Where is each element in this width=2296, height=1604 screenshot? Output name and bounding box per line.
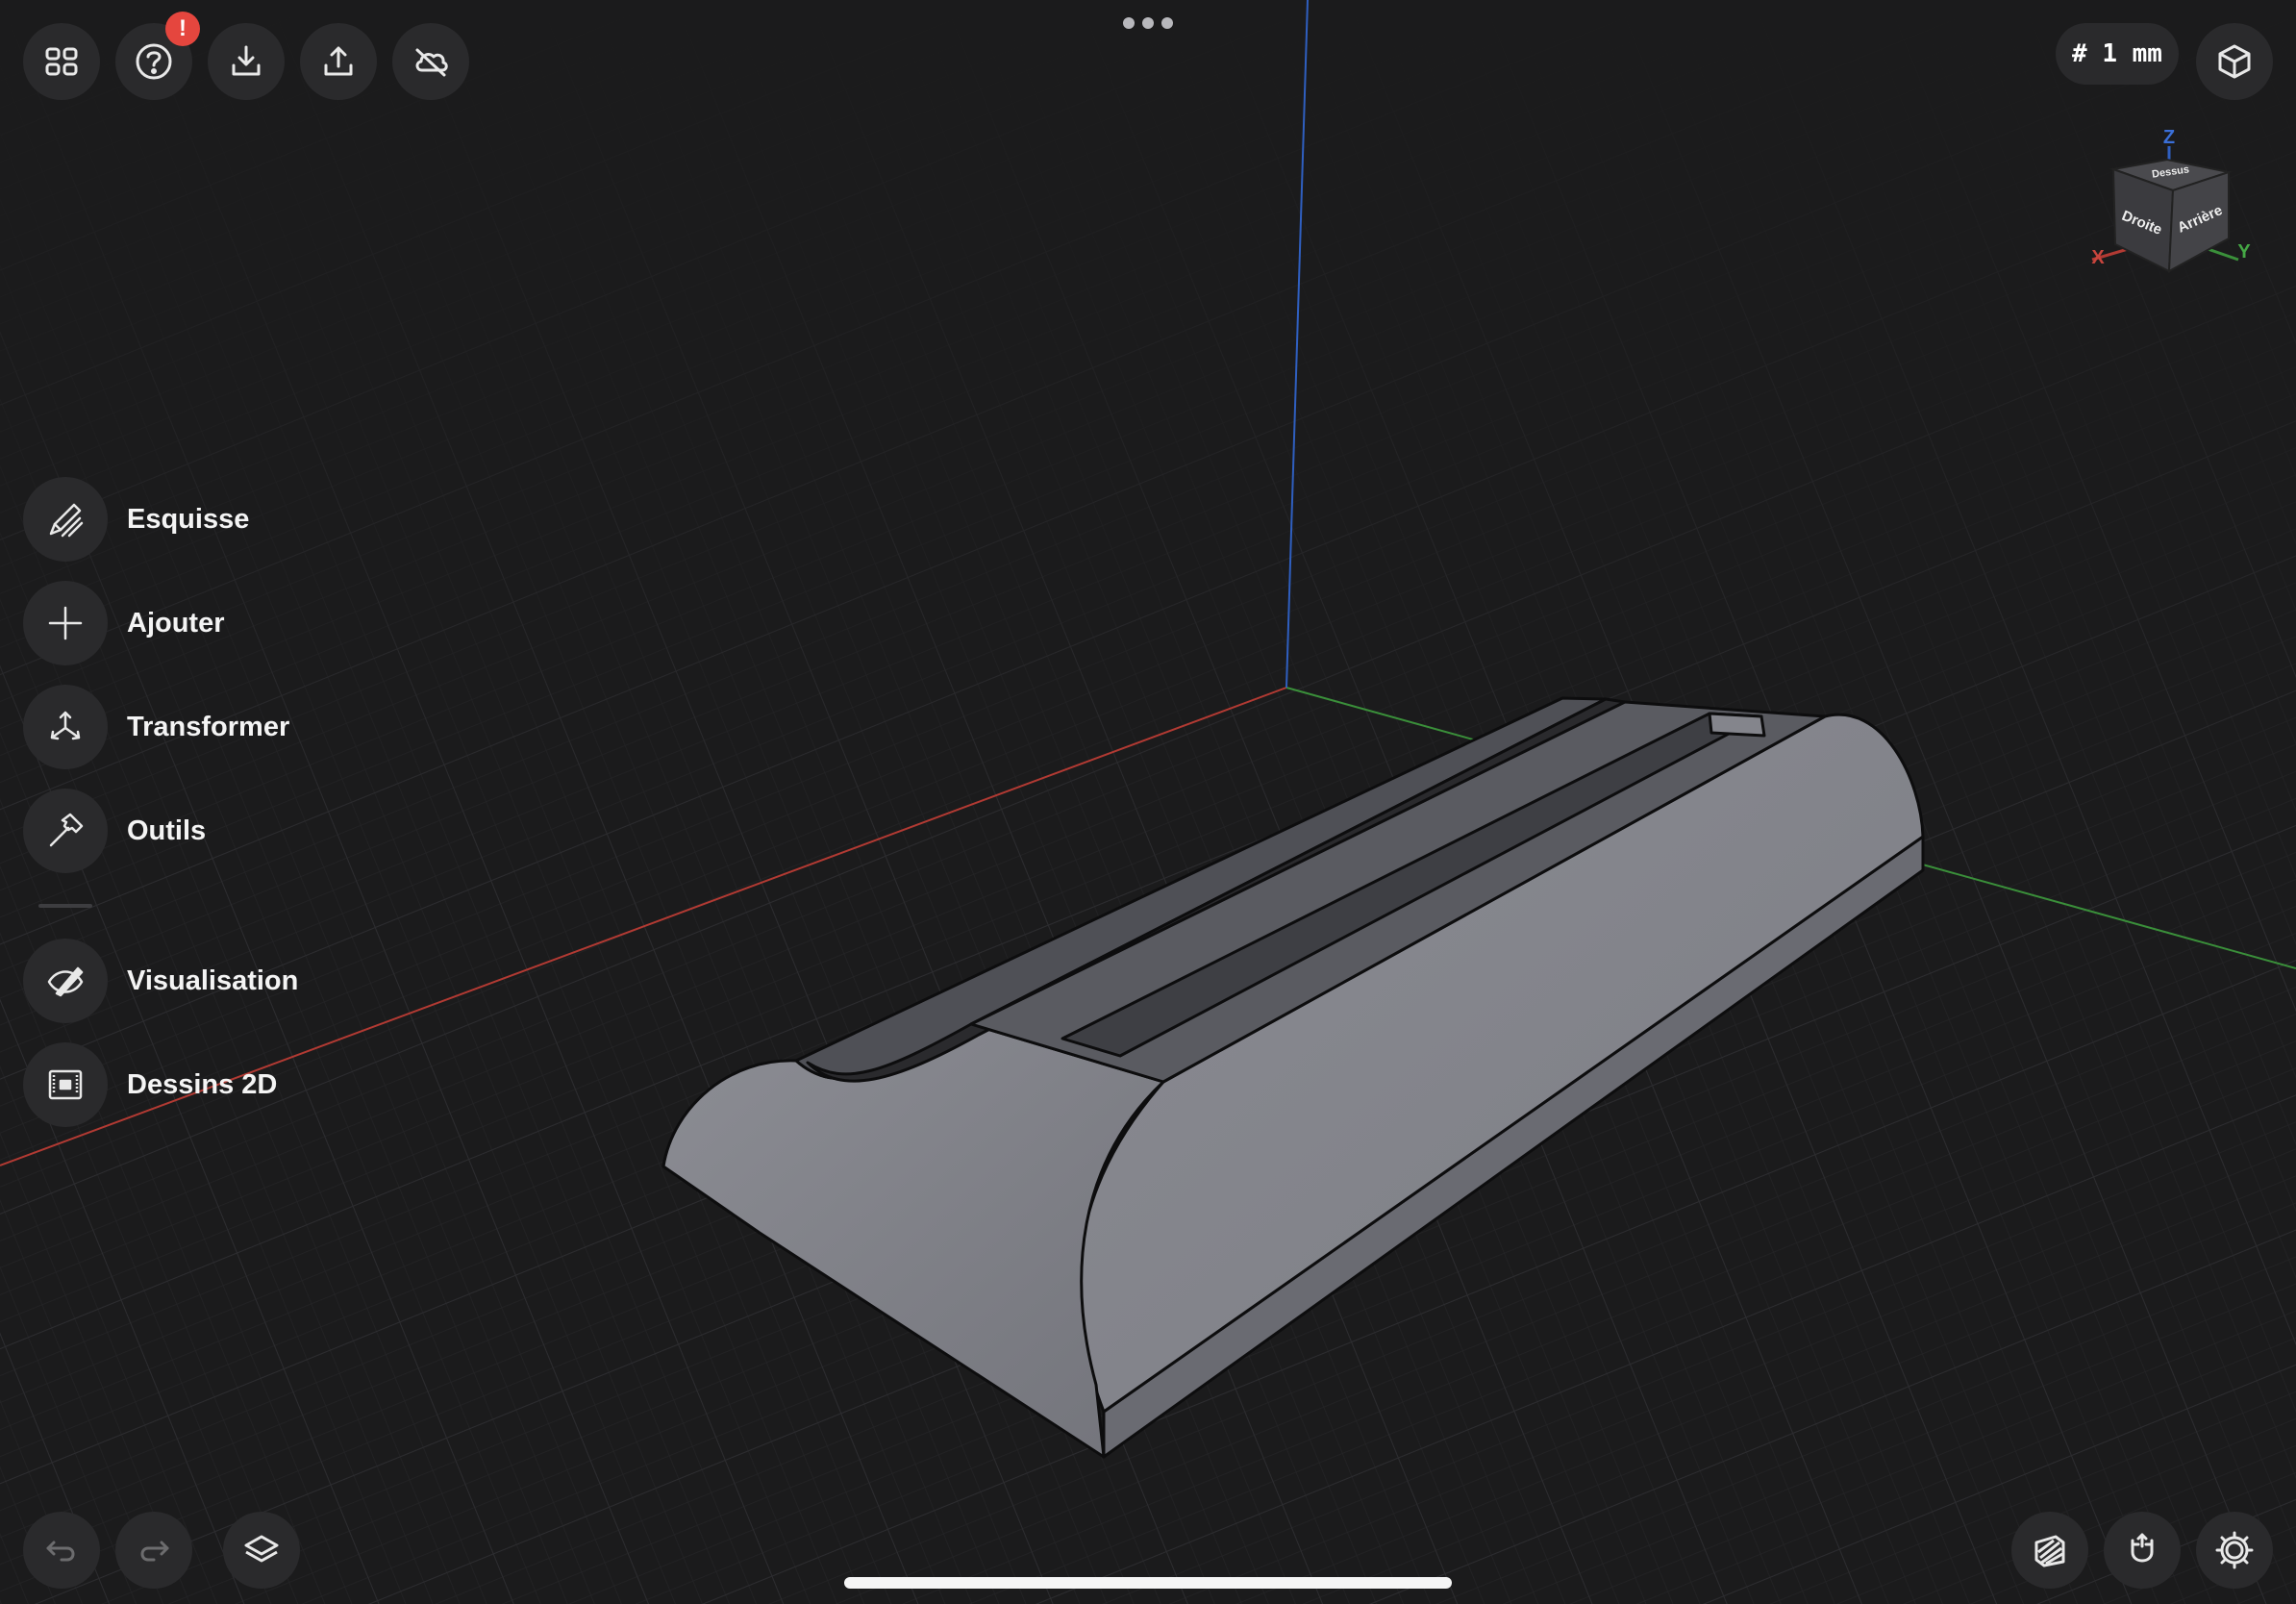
menu-item-tools[interactable]: Outils <box>23 789 206 873</box>
view-cube-x-label: X <box>2091 247 2105 268</box>
section-plane-icon <box>2034 1535 2065 1567</box>
view-cube-y-label: Y <box>2237 241 2251 263</box>
apps-grid-button[interactable] <box>23 23 100 100</box>
menu-label-drawings-2d: Dessins 2D <box>127 1068 278 1100</box>
snap-magnet-button[interactable] <box>2104 1512 2181 1589</box>
redo-icon <box>140 1541 169 1562</box>
home-indicator[interactable] <box>844 1577 1452 1589</box>
sketch-pencil-icon <box>49 503 84 538</box>
view-mode-button[interactable] <box>2196 23 2273 100</box>
notification-badge: ! <box>165 12 200 46</box>
tools-button-circle[interactable] <box>23 789 108 873</box>
grid-unit-button[interactable]: # 1 mm <box>2056 23 2179 85</box>
cloud-sync-button[interactable] <box>392 23 469 100</box>
visualization-button-circle[interactable] <box>23 939 108 1023</box>
transform-arrows-icon <box>50 711 81 740</box>
magnet-icon <box>2131 1533 2154 1563</box>
menu-item-visualization[interactable]: Visualisation <box>23 939 298 1023</box>
menu-label-add: Ajouter <box>127 607 225 639</box>
hammer-icon <box>49 813 84 847</box>
add-button-circle[interactable] <box>23 581 108 665</box>
redo-button[interactable] <box>115 1512 192 1589</box>
view-cube[interactable]: Z X Y Dessus Droite Arrière <box>2077 119 2269 273</box>
menu-label-transform: Transformer <box>127 711 290 742</box>
menu-item-transform[interactable]: Transformer <box>23 685 289 769</box>
menu-divider <box>38 904 92 908</box>
menu-item-sketch[interactable]: Esquisse <box>23 477 249 562</box>
menu-label-sketch: Esquisse <box>127 503 250 535</box>
visualization-brush-icon <box>47 966 84 997</box>
layers-icon <box>244 1535 279 1563</box>
section-view-button[interactable] <box>2011 1512 2088 1589</box>
drawings-2d-button-circle[interactable] <box>23 1042 108 1127</box>
export-upload-icon <box>324 46 353 76</box>
transform-button-circle[interactable] <box>23 685 108 769</box>
layers-button[interactable] <box>223 1512 300 1589</box>
plus-icon <box>48 606 83 640</box>
menu-item-drawings-2d[interactable]: Dessins 2D <box>23 1042 277 1127</box>
3d-viewport[interactable] <box>0 0 2296 1604</box>
import-download-icon <box>232 45 261 76</box>
grid-icon <box>45 47 78 76</box>
menu-label-tools: Outils <box>127 815 207 846</box>
import-button[interactable] <box>208 23 285 100</box>
gear-icon <box>2215 1531 2254 1569</box>
cube-view-icon <box>2218 44 2251 79</box>
view-cube-z-label: Z <box>2163 127 2175 148</box>
cloud-off-icon <box>415 48 448 77</box>
menu-label-visualization: Visualisation <box>127 965 299 996</box>
sketch-button-circle[interactable] <box>23 477 108 562</box>
export-button[interactable] <box>300 23 377 100</box>
drawing-2d-icon <box>48 1069 83 1100</box>
undo-icon <box>46 1541 75 1562</box>
settings-button[interactable] <box>2196 1512 2273 1589</box>
help-question-icon <box>136 43 172 80</box>
undo-button[interactable] <box>23 1512 100 1589</box>
model-slot-inner <box>1708 712 1766 738</box>
menu-item-add[interactable]: Ajouter <box>23 581 225 665</box>
more-options-dots[interactable] <box>1123 17 1173 31</box>
